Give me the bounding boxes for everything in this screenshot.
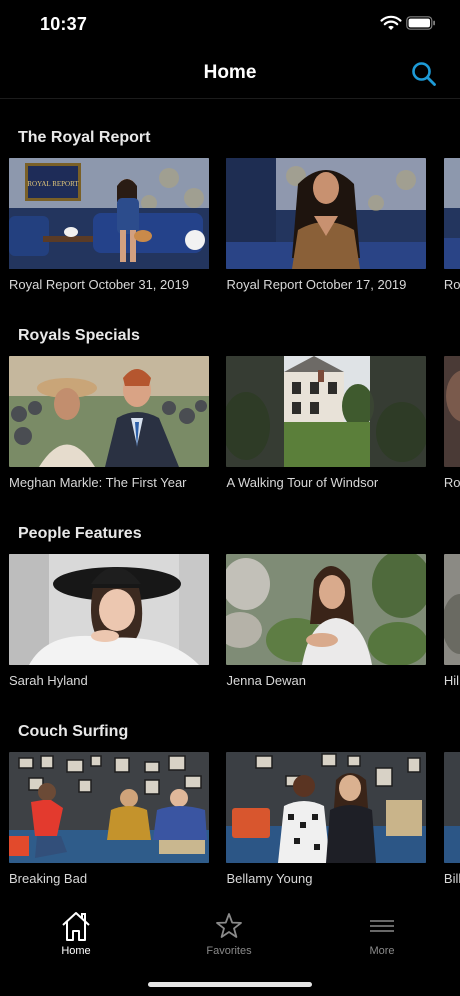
video-card[interactable]: Bellamy Young bbox=[226, 752, 427, 886]
video-card[interactable]: Meghan Markle: The First Year bbox=[9, 356, 209, 490]
tab-favorites[interactable]: Favorites bbox=[169, 910, 289, 957]
tab-label: More bbox=[369, 945, 395, 957]
video-title: Roy bbox=[443, 475, 460, 490]
video-thumbnail bbox=[9, 554, 209, 665]
video-thumbnail bbox=[9, 752, 209, 863]
home-icon bbox=[62, 912, 90, 941]
video-title: Roy Report October 3, 2 bbox=[443, 277, 460, 292]
video-thumbnail bbox=[9, 356, 209, 467]
video-thumbnail bbox=[226, 554, 427, 665]
video-card[interactable]: Breaking Bad bbox=[9, 752, 209, 886]
section-title: People Features bbox=[18, 525, 142, 542]
tab-label: Favorites bbox=[206, 945, 252, 957]
tab-home[interactable]: Home bbox=[16, 910, 136, 957]
video-card[interactable]: Sarah Hyland bbox=[9, 554, 209, 688]
video-thumbnail bbox=[443, 158, 460, 269]
video-thumbnail bbox=[443, 554, 460, 665]
video-card[interactable]: Roy bbox=[443, 356, 460, 490]
carousel-row[interactable]: Meghan Markle: The First Year A Walking … bbox=[9, 356, 460, 490]
carousel-row[interactable]: Breaking Bad Bellamy Young Bill bbox=[9, 752, 460, 886]
section-royals-specials: Royals Specials Meghan Markle: The First… bbox=[0, 327, 460, 525]
search-icon[interactable] bbox=[410, 60, 438, 88]
royal-report-logo: ROYAL REPORT bbox=[27, 180, 79, 188]
section-title: Couch Surfing bbox=[18, 723, 129, 740]
video-title: Sarah Hyland bbox=[9, 673, 88, 688]
section-people-features: People Features Sarah Hyland Jenna Dewan… bbox=[0, 525, 460, 723]
section-royal-report: The Royal Report ROYAL REPORT Royal Repo… bbox=[0, 129, 460, 327]
video-title: Hill bbox=[443, 673, 460, 688]
carousel-row[interactable]: ROYAL REPORT Royal Report October 31, 20… bbox=[9, 158, 460, 292]
battery-icon bbox=[406, 16, 435, 30]
home-content[interactable]: The Royal Report ROYAL REPORT Royal Repo… bbox=[0, 99, 460, 890]
home-indicator[interactable] bbox=[148, 982, 312, 987]
section-title: Royals Specials bbox=[18, 327, 140, 344]
video-thumbnail bbox=[443, 752, 460, 863]
video-title: Royal Report October 31, 2019 bbox=[9, 277, 189, 292]
video-title: Royal Report October 17, 2019 bbox=[226, 277, 407, 292]
video-thumbnail: ROYAL REPORT bbox=[9, 158, 209, 269]
page-title: Home bbox=[203, 62, 257, 83]
video-title: Bill bbox=[443, 871, 460, 886]
video-card[interactable]: Jenna Dewan bbox=[226, 554, 427, 688]
video-thumbnail bbox=[226, 356, 427, 467]
video-thumbnail bbox=[443, 356, 460, 467]
video-card[interactable]: ROYAL REPORT Royal Report October 31, 20… bbox=[9, 158, 209, 292]
video-card[interactable]: A Walking Tour of Windsor bbox=[226, 356, 427, 490]
video-title: Jenna Dewan bbox=[226, 673, 306, 688]
status-time: 10:37 bbox=[40, 14, 88, 34]
tab-bar: Home Favorites More bbox=[0, 890, 460, 996]
video-card[interactable]: Bill bbox=[443, 752, 460, 886]
section-couch-surfing: Couch Surfing Breaking Bad Bellamy Young… bbox=[0, 723, 460, 890]
video-thumbnail bbox=[226, 158, 427, 269]
carousel-row[interactable]: Sarah Hyland Jenna Dewan Hil bbox=[9, 554, 460, 688]
tab-label: Home bbox=[61, 945, 91, 957]
menu-icon bbox=[370, 920, 394, 932]
video-card[interactable]: Roy Report October 3, 2 bbox=[443, 158, 460, 292]
star-icon bbox=[216, 913, 242, 938]
navigation-bar: Home bbox=[0, 50, 460, 99]
video-title: A Walking Tour of Windsor bbox=[226, 475, 379, 490]
video-card[interactable]: Hill bbox=[443, 554, 460, 688]
video-title: Breaking Bad bbox=[9, 871, 88, 886]
video-card[interactable]: Royal Report October 17, 2019 bbox=[226, 158, 427, 292]
video-title: Bellamy Young bbox=[226, 871, 313, 886]
video-thumbnail bbox=[226, 752, 427, 863]
section-title: The Royal Report bbox=[18, 129, 151, 146]
video-title: Meghan Markle: The First Year bbox=[9, 475, 187, 490]
status-bar: 10:37 bbox=[0, 0, 460, 50]
tab-more[interactable]: More bbox=[322, 910, 442, 957]
wifi-icon bbox=[380, 15, 402, 30]
